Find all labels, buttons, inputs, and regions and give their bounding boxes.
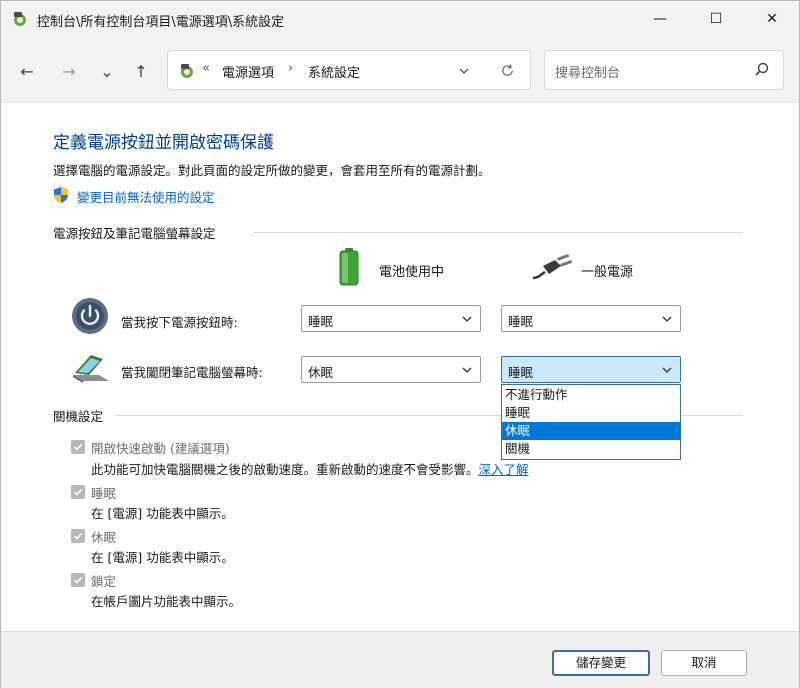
lid-close-plugged-value: 睡眠 [508, 365, 534, 380]
power-options-icon [181, 64, 193, 78]
page-subtitle: 選擇電腦的電源設定。對此頁面的設定所做的變更，會套用至所有的電源計劃。 [53, 163, 491, 178]
breadcrumb-overflow-icon[interactable]: « [202, 61, 210, 76]
forward-button[interactable]: → [55, 57, 83, 85]
power-section-title: 電源按鈕及筆記電腦螢幕設定 [53, 226, 216, 241]
minimize-icon: — [653, 11, 667, 27]
lid-close-battery-select[interactable]: 休眠 [301, 356, 481, 383]
search-box[interactable]: 搜尋控制台 [544, 50, 784, 90]
battery-column-header: 電池使用中 [379, 265, 445, 280]
chevron-down-icon [662, 367, 672, 373]
close-button[interactable]: ✕ [749, 1, 795, 37]
battery-icon [339, 248, 359, 286]
lid-close-plugged-select[interactable]: 睡眠 [501, 356, 681, 383]
page-title: 定義電源按鈕並開啟密碼保護 [53, 133, 274, 153]
sleep-checkbox[interactable] [71, 485, 85, 499]
fast-startup-checkbox[interactable] [71, 440, 85, 454]
maximize-icon: ☐ [709, 11, 723, 27]
sleep-label: 睡眠 [91, 486, 117, 501]
shutdown-section-title: 關機設定 [53, 409, 104, 424]
fast-startup-label: 開啟快速啟動 (建議選項) [91, 441, 230, 456]
dropdown-option[interactable]: 不進行動作 [502, 386, 680, 404]
dropdown-option[interactable]: 睡眠 [502, 404, 680, 422]
fast-startup-desc-text: 此功能可加快電腦關機之後的啟動速度。重新啟動的速度不會受影響。 [91, 462, 479, 477]
lid-close-plugged-dropdown-list: 不進行動作 睡眠 休眠 關機 [501, 384, 681, 460]
breadcrumb-power-options[interactable]: 電源選項 [222, 62, 274, 81]
chevron-down-icon [462, 316, 472, 322]
lock-description: 在帳戶圖片功能表中顯示。 [91, 594, 242, 609]
checkmark-icon [73, 576, 83, 584]
control-panel-window: 控制台\所有控制台項目\電源選項\系統設定 — ☐ ✕ ← → ⌄ ↑ « 電源… [0, 0, 800, 688]
chevron-down-icon: ⌄ [100, 61, 114, 81]
search-input[interactable]: 搜尋控制台 [555, 62, 620, 81]
dropdown-option[interactable]: 關機 [502, 440, 680, 458]
hibernate-checkbox[interactable] [71, 529, 85, 543]
power-button-battery-select[interactable]: 睡眠 [301, 305, 481, 332]
checkmark-icon [73, 488, 83, 496]
lid-close-battery-value: 休眠 [308, 365, 334, 380]
search-icon[interactable] [753, 61, 771, 79]
hibernate-description: 在 [電源] 功能表中顯示。 [91, 550, 234, 565]
power-button-plugged-value: 睡眠 [508, 314, 534, 329]
navigation-bar: ← → ⌄ ↑ « 電源選項 › 系統設定 搜尋控制台 [1, 37, 799, 103]
lock-label: 鎖定 [91, 574, 117, 589]
power-button-battery-value: 睡眠 [308, 314, 334, 329]
main-content: 定義電源按鈕並開啟密碼保護 選擇電腦的電源設定。對此頁面的設定所做的變更，會套用… [1, 104, 799, 631]
power-plug-icon [532, 254, 573, 280]
fast-startup-description: 此功能可加快電腦關機之後的啟動速度。重新啟動的速度不會受影響。深入了解 [91, 459, 529, 478]
recent-locations-button[interactable]: ⌄ [93, 57, 121, 85]
power-button-action-label: 當我按下電源按鈕時: [121, 315, 238, 330]
section-divider [253, 232, 743, 233]
minimize-button[interactable]: — [637, 1, 683, 37]
chevron-down-icon [662, 316, 672, 322]
title-bar: 控制台\所有控制台項目\電源選項\系統設定 — ☐ ✕ [1, 1, 799, 37]
save-changes-button[interactable]: 儲存變更 [552, 650, 650, 676]
lid-close-action-label: 當我闔閉筆記電腦螢幕時: [121, 365, 263, 380]
power-button-plugged-select[interactable]: 睡眠 [501, 305, 681, 332]
checkmark-icon [73, 443, 83, 451]
change-unavailable-settings-link[interactable]: 變更目前無法使用的設定 [77, 187, 215, 206]
close-icon: ✕ [766, 11, 778, 27]
plugged-in-column-header: 一般電源 [581, 265, 634, 280]
checkmark-icon [73, 532, 83, 540]
forward-arrow-icon: → [62, 61, 76, 81]
power-button-icon [72, 298, 108, 334]
up-button[interactable]: ↑ [127, 57, 155, 85]
maximize-button[interactable]: ☐ [693, 1, 739, 37]
footer-bar: 儲存變更 取消 [1, 631, 799, 688]
hibernate-label: 休眠 [91, 530, 117, 545]
chevron-down-icon[interactable] [458, 65, 470, 77]
breadcrumb-separator-icon[interactable]: › [288, 61, 293, 76]
learn-more-link[interactable]: 深入了解 [479, 462, 529, 477]
back-arrow-icon: ← [20, 61, 34, 81]
chevron-down-icon [462, 367, 472, 373]
dropdown-option-highlighted[interactable]: 休眠 [502, 422, 680, 440]
lock-checkbox[interactable] [71, 573, 85, 587]
sleep-description: 在 [電源] 功能表中顯示。 [91, 506, 234, 521]
window-title: 控制台\所有控制台項目\電源選項\系統設定 [37, 15, 285, 30]
power-options-app-icon [14, 12, 26, 26]
back-button[interactable]: ← [13, 57, 41, 85]
laptop-lid-icon [73, 355, 109, 383]
up-arrow-icon: ↑ [134, 61, 148, 81]
cancel-button[interactable]: 取消 [661, 650, 747, 676]
address-bar[interactable]: « 電源選項 › 系統設定 [167, 50, 531, 90]
refresh-icon[interactable] [500, 63, 515, 78]
breadcrumb-system-settings[interactable]: 系統設定 [308, 62, 360, 81]
uac-shield-icon [54, 187, 68, 203]
